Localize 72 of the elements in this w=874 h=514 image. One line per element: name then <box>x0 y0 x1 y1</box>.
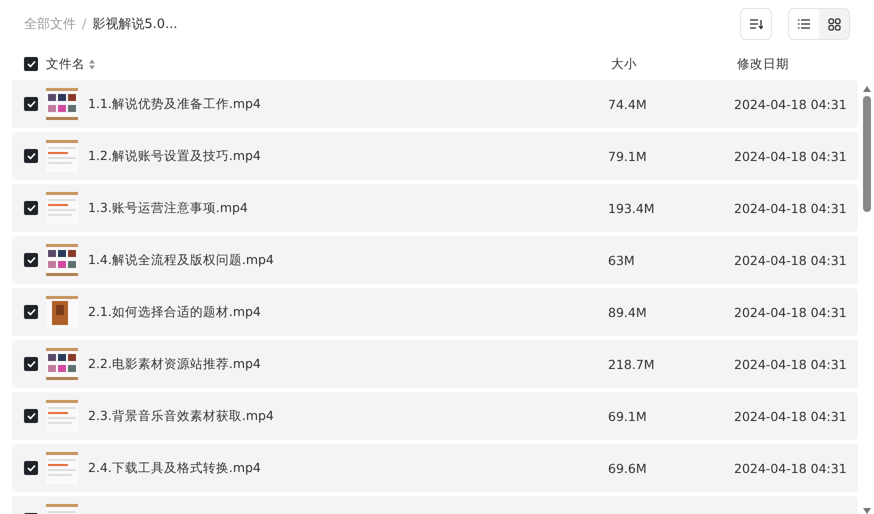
check-icon <box>26 360 36 368</box>
file-name: 1.3.账号运营注意事项.mp4 <box>88 200 249 216</box>
video-thumbnail-drawing <box>46 296 78 328</box>
column-header[interactable]: 文件名 <box>46 56 85 72</box>
file-row[interactable]: 1.3.账号运营注意事项.mp4 193.4M 2024-04-18 04:31 <box>12 184 858 232</box>
file-size: 69.1M <box>608 408 648 424</box>
modified-date: 2024-04-18 04:31 <box>734 252 847 268</box>
video-thumbnail-drawing <box>46 452 78 484</box>
check-icon <box>26 204 36 212</box>
check-icon <box>26 308 36 316</box>
file-name: 2.3.背景音乐音效素材获取.mp4 <box>88 408 275 424</box>
check-icon <box>26 256 36 264</box>
list-view-button[interactable] <box>789 9 819 39</box>
column-header[interactable]: 大小 <box>611 56 731 72</box>
row-checkbox[interactable] <box>24 149 38 163</box>
video-thumbnail-drawing <box>46 88 78 120</box>
video-thumbnail-drawing <box>46 244 78 276</box>
check-icon <box>26 60 36 68</box>
scroll-up-icon[interactable] <box>863 86 871 92</box>
scrollbar-thumb[interactable] <box>863 96 871 212</box>
check-icon <box>26 100 36 108</box>
file-row[interactable]: 2.1.如何选择合适的题材.mp4 89.4M 2024-04-18 04:31 <box>12 288 858 336</box>
file-name: 2.2.电影素材资源站推荐.mp4 <box>88 356 262 372</box>
file-size: 63M <box>608 252 636 268</box>
row-checkbox[interactable] <box>24 461 38 475</box>
modified-date: 2024-04-18 04:31 <box>734 356 847 372</box>
file-size: 69.6M <box>608 460 648 476</box>
file-size: 79.1M <box>608 148 648 164</box>
video-thumbnail-drawing <box>46 400 78 432</box>
modified-date: 2024-04-18 04:31 <box>734 96 847 112</box>
file-row[interactable]: 1.2.解说账号设置及技巧.mp4 79.1M 2024-04-18 04:31 <box>12 132 858 180</box>
scroll-down-icon[interactable] <box>863 508 871 514</box>
breadcrumb-item: 影视解说5.0... <box>92 16 178 33</box>
file-name: 2.4.下载工具及格式转换.mp4 <box>88 460 262 476</box>
file-name: 1.1.解说优势及准备工作.mp4 <box>88 96 262 112</box>
file-size: 74.4M <box>608 96 648 112</box>
sort-icon[interactable] <box>89 58 95 70</box>
modified-date: 2024-04-18 04:31 <box>734 148 847 164</box>
video-thumbnail-drawing <box>46 140 78 172</box>
select-all-checkbox[interactable] <box>24 57 38 71</box>
modified-date: 2024-04-18 04:31 <box>734 460 847 476</box>
file-size: 89.4M <box>608 304 648 320</box>
modified-date: 2024-04-18 04:31 <box>734 200 847 216</box>
grid-icon <box>828 18 840 30</box>
list-icon <box>797 18 811 30</box>
video-thumbnail-drawing <box>46 348 78 380</box>
file-name: 1.2.解说账号设置及技巧.mp4 <box>88 148 262 164</box>
video-thumbnail-drawing <box>46 192 78 224</box>
row-checkbox[interactable] <box>24 201 38 215</box>
row-checkbox[interactable] <box>24 357 38 371</box>
check-icon <box>26 412 36 420</box>
file-row[interactable]: 2.4.下载工具及格式转换.mp4 69.6M 2024-04-18 04:31 <box>12 444 858 492</box>
check-icon <box>26 152 36 160</box>
file-row[interactable]: 2.2.电影素材资源站推荐.mp4 218.7M 2024-04-18 04:31 <box>12 340 858 388</box>
modified-date: 2024-04-18 04:31 <box>734 304 847 320</box>
sort-button[interactable] <box>740 8 772 40</box>
file-row[interactable]: 1.4.解说全流程及版权问题.mp4 63M 2024-04-18 04:31 <box>12 236 858 284</box>
row-checkbox[interactable] <box>24 97 38 111</box>
file-size: 193.4M <box>608 200 656 216</box>
breadcrumb-separator: / <box>82 16 86 32</box>
row-checkbox[interactable] <box>24 253 38 267</box>
modified-date: 2024-04-18 04:31 <box>734 408 847 424</box>
file-name: 1.4.解说全流程及版权问题.mp4 <box>88 252 275 268</box>
row-checkbox[interactable] <box>24 409 38 423</box>
file-name: 2.1.如何选择合适的题材.mp4 <box>88 304 262 320</box>
file-row[interactable]: 1.1.解说优势及准备工作.mp4 74.4M 2024-04-18 04:31 <box>12 80 858 128</box>
column-header[interactable]: 修改日期 <box>737 56 789 72</box>
file-row[interactable]: 2.3.背景音乐音效素材获取.mp4 69.1M 2024-04-18 04:31 <box>12 392 858 440</box>
sort-icon <box>749 18 763 30</box>
check-icon <box>26 464 36 472</box>
file-size: 218.7M <box>608 356 656 372</box>
row-checkbox[interactable] <box>24 305 38 319</box>
